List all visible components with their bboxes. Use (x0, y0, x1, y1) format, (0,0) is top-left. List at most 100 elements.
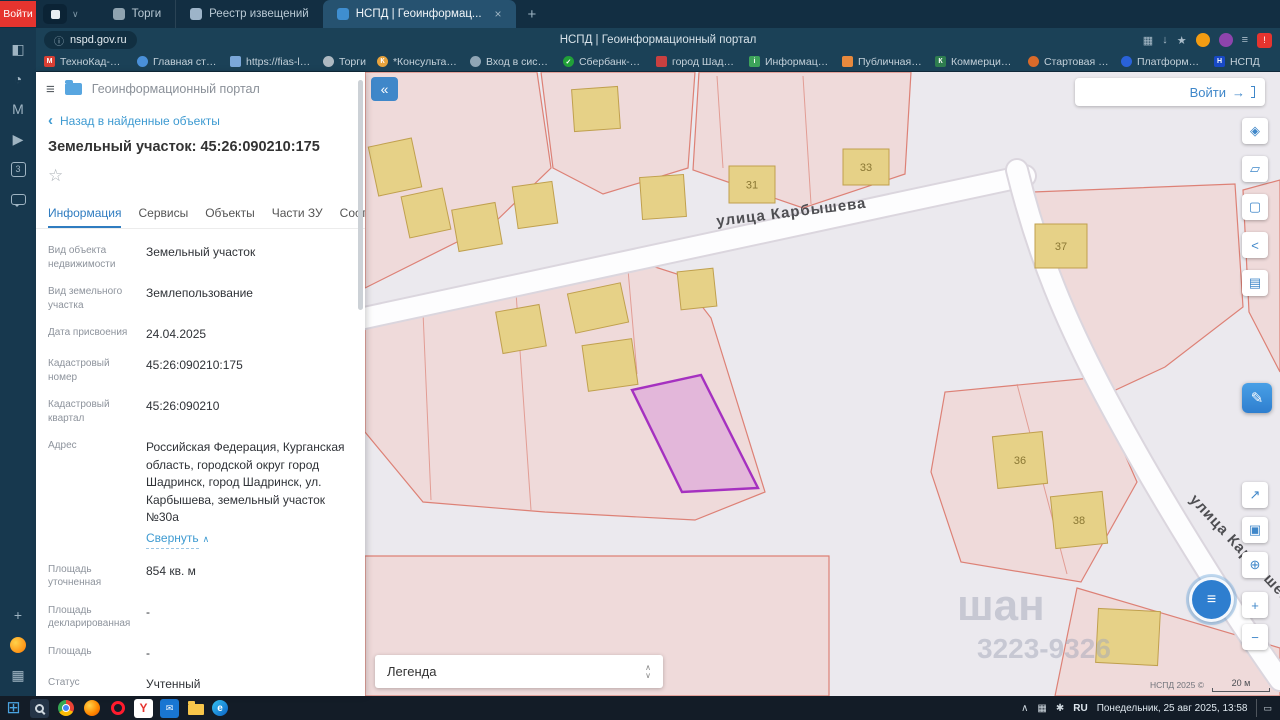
building[interactable] (639, 173, 687, 221)
bookmark-item[interactable]: Платформа госу (1120, 56, 1203, 68)
bookmark-item[interactable]: Стартовая стран (1027, 56, 1110, 68)
tray-chevron-icon[interactable]: ∧ (1021, 703, 1028, 714)
notification-panel-icon[interactable]: ▭ (1256, 699, 1272, 717)
language-indicator[interactable]: RU (1073, 703, 1087, 714)
new-tab-button[interactable]: + (528, 6, 537, 23)
layers-icon[interactable]: ◈ (1242, 118, 1268, 144)
chat-button[interactable]: ≡ (1189, 577, 1234, 622)
building-number: 38 (1073, 515, 1085, 527)
bookmark-item[interactable]: город Шадринск (655, 56, 738, 68)
search-area-icon[interactable]: ⊕ (1242, 552, 1268, 578)
browser-tab[interactable]: НСПД | Геоинформац... × (322, 0, 516, 28)
taskbar-clock[interactable]: Понедельник, 25 авг 2025, 13:58 (1097, 703, 1248, 714)
edge-icon[interactable]: e (212, 700, 228, 716)
bookmark-favicon: К (934, 56, 946, 67)
add-panel-icon[interactable]: + (0, 600, 36, 630)
share-icon[interactable]: < (1242, 232, 1268, 258)
side-panels-icon[interactable]: ◧ (0, 34, 36, 64)
profile-avatar[interactable] (1195, 33, 1210, 47)
extensions-icon[interactable]: ▦ (1143, 34, 1153, 47)
building[interactable] (571, 85, 621, 133)
bookmark-item[interactable]: Публичная кадас (841, 56, 924, 68)
draw-tool-button[interactable]: ✎ (1242, 383, 1272, 413)
file-explorer-icon[interactable] (186, 699, 205, 718)
building[interactable] (581, 338, 639, 392)
menu-icon[interactable]: ≡ (46, 81, 55, 98)
alice-icon[interactable] (0, 630, 36, 660)
building[interactable]: 33 (842, 148, 890, 186)
bookmark-item[interactable]: Вход в систему (469, 56, 552, 68)
select-area-icon[interactable]: ▢ (1242, 194, 1268, 220)
zoom-in-button[interactable]: + (1242, 592, 1268, 618)
bookmark-item[interactable]: К *КонсультантПлю (376, 56, 459, 68)
legend-bar[interactable]: Легенда ∧ ∨ (375, 655, 663, 688)
bookmark-item[interactable]: Н НСПД (1213, 56, 1260, 68)
bookmark-item[interactable]: ✓ Сбербанк-АСТ (562, 56, 645, 68)
chrome-icon[interactable] (56, 699, 75, 718)
tab-group-icon[interactable] (43, 4, 67, 24)
legend-sort-icon[interactable]: ∧ ∨ (645, 663, 663, 680)
building[interactable] (495, 303, 547, 355)
bookmark-item[interactable]: https://fias-lk.nal (230, 56, 312, 68)
building[interactable] (511, 180, 559, 230)
extension-red-icon[interactable]: ! (1257, 32, 1272, 48)
tabs-count-badge[interactable]: 3 (0, 154, 36, 184)
map-canvas[interactable]: 3133373638улица Карбышеваулица Карбышева… (365, 72, 1280, 696)
tray-grid-icon[interactable]: ▦ (1037, 703, 1046, 714)
browser-menu-icon[interactable]: ≡ (1242, 34, 1248, 46)
screenshot-icon[interactable]: ▦ (0, 660, 36, 690)
bookmark-item[interactable]: i Информация о р (748, 56, 831, 68)
tab-close-icon[interactable]: × (495, 7, 502, 21)
building[interactable] (451, 201, 503, 253)
downloads-icon[interactable]: ↓ (1162, 34, 1168, 46)
profile-avatar[interactable] (1218, 33, 1233, 47)
bookmark-item[interactable]: M ТехноКад-Муниц (44, 56, 126, 68)
cadastral-parcel[interactable] (692, 72, 912, 209)
bookmark-star-icon[interactable]: ★ (1177, 34, 1187, 47)
mail-app-icon[interactable]: ✉ (160, 698, 179, 718)
site-info-icon[interactable]: ⓘ (54, 33, 64, 48)
building[interactable]: 37 (1034, 223, 1088, 269)
panel-tab[interactable]: Объекты (205, 206, 255, 228)
panel-scrollbar[interactable] (358, 80, 363, 310)
yandex-browser-icon[interactable]: Y (134, 698, 153, 718)
map-login-button[interactable]: Войти → (1075, 78, 1265, 106)
address-bar[interactable]: ⓘ nspd.gov.ru (44, 31, 137, 49)
tray-asterisk-icon[interactable]: ✱ (1056, 703, 1064, 714)
ruler-icon[interactable]: ▱ (1242, 156, 1268, 182)
firefox-icon[interactable] (82, 699, 101, 718)
start-button[interactable]: ⊞ (4, 698, 23, 718)
building[interactable]: 36 (991, 430, 1049, 490)
opera-icon[interactable] (108, 699, 127, 718)
bookmark-item[interactable]: Торги (323, 56, 366, 68)
portal-title: Геоинформационный портал (91, 82, 260, 96)
print-icon[interactable]: ▤ (1242, 270, 1268, 296)
building[interactable] (400, 187, 452, 239)
building[interactable]: 31 (728, 165, 776, 204)
panel-tab[interactable]: Сервисы (138, 206, 188, 228)
login-badge[interactable]: Войти (0, 1, 36, 27)
bookmark-item[interactable]: Главная страниц (137, 56, 219, 68)
messenger-icon[interactable] (0, 184, 36, 214)
history-icon[interactable]: ◔ (0, 64, 36, 94)
taskbar-search-icon[interactable] (30, 698, 49, 718)
map-frame-icon[interactable]: ▣ (1242, 517, 1268, 543)
cadastral-map[interactable]: 3133373638улица Карбышеваулица Карбышева… (365, 72, 1280, 696)
back-link[interactable]: ‹ Назад в найденные объекты (36, 106, 365, 129)
media-play-icon[interactable]: ▶ (0, 124, 36, 154)
locate-icon[interactable]: ↗ (1242, 482, 1268, 508)
login-arrow-icon: → (1232, 84, 1245, 100)
bookmark-item[interactable]: К Коммерция МО (934, 56, 1017, 68)
collapse-address-link[interactable]: Свернуть (146, 530, 199, 549)
building[interactable] (676, 267, 718, 311)
zoom-out-button[interactable]: − (1242, 624, 1268, 650)
browser-tab[interactable]: Реестр извещений (175, 0, 323, 28)
mail-icon[interactable]: M (0, 94, 36, 124)
panel-tab[interactable]: Информация (48, 206, 122, 228)
building[interactable]: 38 (1049, 490, 1109, 550)
panel-tab[interactable]: Части ЗУ (272, 206, 323, 228)
tabs-dropdown-chevron[interactable]: ∨ (72, 9, 79, 20)
favorite-star-icon[interactable]: ☆ (36, 157, 365, 195)
browser-tab[interactable]: Торги (99, 0, 176, 28)
panel-collapse-button[interactable]: « (371, 77, 398, 101)
